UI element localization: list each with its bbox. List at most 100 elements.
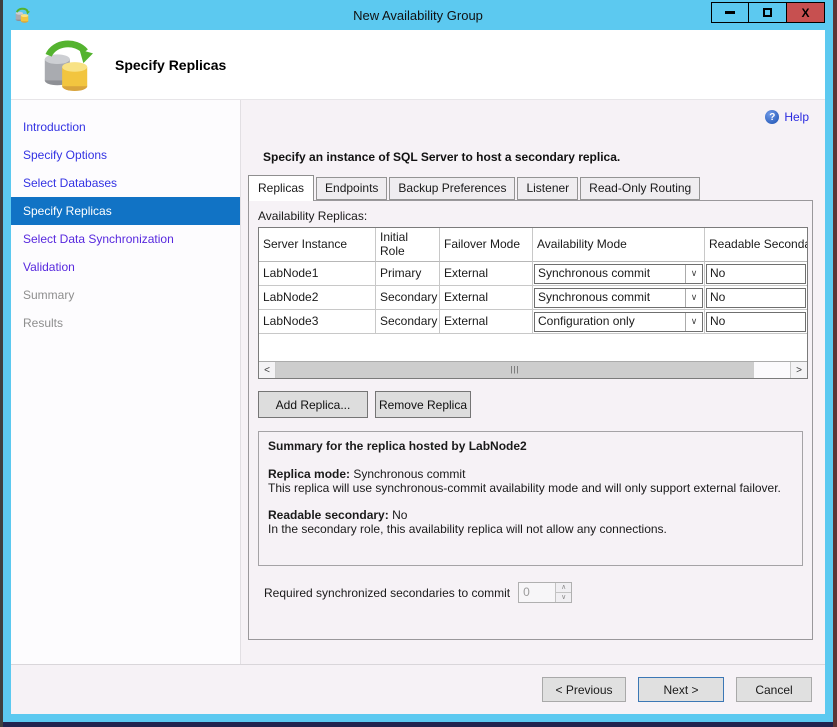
close-button[interactable]: X [787, 2, 825, 23]
tab-replicas[interactable]: Replicas [248, 175, 314, 201]
chevron-down-icon: ∨ [685, 313, 702, 331]
tab-read-only-routing[interactable]: Read-Only Routing [580, 177, 700, 200]
tab-endpoints[interactable]: Endpoints [316, 177, 387, 200]
scrollbar-thumb[interactable]: ||| [276, 362, 754, 378]
sidebar-item-validation[interactable]: Validation [11, 253, 240, 281]
maximize-button[interactable] [749, 2, 787, 23]
col-availability-mode: Availability Mode [533, 228, 705, 262]
sidebar-item-results: Results [11, 309, 240, 337]
spinner-value: 0 [519, 583, 555, 602]
readable-secondary-cell: No [705, 286, 807, 310]
sidebar-item-specify-replicas[interactable]: Specify Replicas [11, 197, 240, 225]
failover-mode-cell: External [440, 262, 533, 286]
replica-summary-box: Summary for the replica hosted by LabNod… [258, 431, 803, 566]
wizard-window: New Availability Group X [3, 0, 833, 722]
chevron-down-icon: ∨ [685, 289, 702, 307]
sidebar-item-select-data-sync[interactable]: Select Data Synchronization [11, 225, 240, 253]
previous-button[interactable]: < Previous [542, 677, 626, 702]
required-secondaries-label: Required synchronized secondaries to com… [264, 586, 510, 600]
instruction-text: Specify an instance of SQL Server to hos… [263, 150, 813, 164]
remove-replica-button[interactable]: Remove Replica [375, 391, 471, 418]
readable-secondary-dropdown[interactable]: No [706, 288, 806, 308]
replica-row-labnode2[interactable]: LabNode2 Secondary External Synchronous … [259, 286, 807, 310]
readable-secondary-dropdown[interactable]: No [706, 264, 806, 284]
replica-mode-value: Synchronous commit [353, 467, 465, 481]
sidebar-item-specify-options[interactable]: Specify Options [11, 141, 240, 169]
scrollbar-grip-icon: ||| [510, 366, 519, 374]
sidebar-item-summary: Summary [11, 281, 240, 309]
spinner-down-icon: ∨ [556, 593, 571, 602]
col-server-instance: Server Instance [259, 228, 376, 262]
availability-mode-dropdown[interactable]: Synchronous commit ∨ [534, 264, 703, 284]
help-icon: ? [765, 110, 779, 124]
sidebar-item-introduction[interactable]: Introduction [11, 113, 240, 141]
col-initial-role: Initial Role [376, 228, 440, 262]
wizard-steps-sidebar: Introduction Specify Options Select Data… [11, 100, 241, 664]
minimize-button[interactable] [711, 2, 749, 23]
spinner-arrows: ∧ ∨ [555, 583, 571, 602]
readable-secondary-cell: No [705, 262, 807, 286]
replica-mode-line: Replica mode: Synchronous commit [268, 467, 793, 481]
content-panel: ? Help Specify an instance of SQL Server… [241, 100, 825, 664]
initial-role-cell: Primary [376, 262, 440, 286]
tab-listener[interactable]: Listener [517, 177, 578, 200]
dropdown-value: No [707, 315, 805, 329]
readable-secondary-dropdown[interactable]: No [706, 312, 806, 332]
replica-mode-label: Replica mode: [268, 467, 350, 481]
required-secondaries-row: Required synchronized secondaries to com… [264, 582, 812, 603]
readable-secondary-cell: No [705, 310, 807, 334]
window-controls: X [711, 2, 825, 23]
dropdown-value: Synchronous commit [535, 267, 685, 281]
dropdown-value: No [707, 267, 805, 281]
titlebar[interactable]: New Availability Group X [11, 0, 825, 30]
summary-title: Summary for the replica hosted by LabNod… [268, 439, 793, 453]
wizard-footer: < Previous Next > Cancel [11, 664, 825, 714]
dropdown-value: Synchronous commit [535, 291, 685, 305]
tab-strip: Replicas Endpoints Backup Preferences Li… [248, 177, 813, 200]
spinner-up-icon: ∧ [556, 583, 571, 593]
replicas-database-icon [39, 38, 93, 92]
scroll-left-button[interactable]: < [259, 362, 276, 378]
availability-mode-cell: Synchronous commit ∨ [533, 286, 705, 310]
client-area: Specify Replicas Introduction Specify Op… [11, 30, 825, 714]
replica-actions: Add Replica... Remove Replica [258, 391, 812, 418]
readable-secondary-line: Readable secondary: No [268, 508, 793, 522]
maximize-icon [763, 8, 772, 17]
minimize-icon [725, 11, 735, 14]
help-label: Help [784, 110, 809, 124]
scrollbar-track[interactable] [754, 362, 790, 378]
grid-empty-area [259, 334, 807, 361]
availability-replicas-label: Availability Replicas: [258, 209, 812, 223]
failover-mode-cell: External [440, 286, 533, 310]
availability-mode-dropdown[interactable]: Configuration only ∨ [534, 312, 703, 332]
chevron-down-icon: ∨ [685, 265, 702, 283]
availability-replicas-grid: Server Instance Initial Role Failover Mo… [258, 227, 808, 379]
add-replica-button[interactable]: Add Replica... [258, 391, 368, 418]
server-instance-cell: LabNode3 [259, 310, 376, 334]
help-link[interactable]: ? Help [765, 110, 809, 124]
wizard-header: Specify Replicas [11, 30, 825, 100]
dropdown-value: Configuration only [535, 315, 685, 329]
next-button[interactable]: Next > [638, 677, 724, 702]
initial-role-cell: Secondary [376, 286, 440, 310]
cancel-button[interactable]: Cancel [736, 677, 812, 702]
tab-backup-preferences[interactable]: Backup Preferences [389, 177, 515, 200]
server-instance-cell: LabNode2 [259, 286, 376, 310]
availability-mode-cell: Synchronous commit ∨ [533, 262, 705, 286]
dropdown-value: No [707, 291, 805, 305]
col-readable-secondary: Readable Secondary [705, 228, 807, 262]
sidebar-item-select-databases[interactable]: Select Databases [11, 169, 240, 197]
desktop: New Availability Group X [0, 0, 837, 727]
close-icon: X [801, 6, 809, 20]
col-failover-mode: Failover Mode [440, 228, 533, 262]
grid-header-row: Server Instance Initial Role Failover Mo… [259, 228, 807, 262]
replica-row-labnode1[interactable]: LabNode1 Primary External Synchronous co… [259, 262, 807, 286]
scroll-right-button[interactable]: > [790, 362, 807, 378]
window-title: New Availability Group [11, 8, 825, 23]
readable-secondary-description: In the secondary role, this availability… [268, 522, 793, 536]
server-instance-cell: LabNode1 [259, 262, 376, 286]
secondaries-spinner[interactable]: 0 ∧ ∨ [518, 582, 572, 603]
availability-mode-dropdown[interactable]: Synchronous commit ∨ [534, 288, 703, 308]
initial-role-cell: Secondary [376, 310, 440, 334]
replica-row-labnode3[interactable]: LabNode3 Secondary External Configuratio… [259, 310, 807, 334]
